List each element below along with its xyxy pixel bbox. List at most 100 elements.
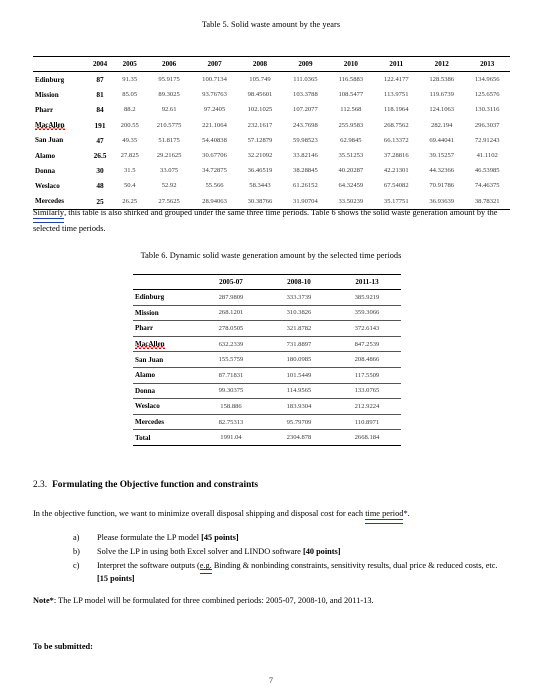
- table5-cell: 134.9656: [474, 76, 500, 84]
- table5-cell: 51.8175: [158, 136, 180, 144]
- paragraph-similarly-rest: , this table is also shirked and grouped…: [33, 208, 498, 234]
- table5-row-label: San Juan: [35, 136, 64, 145]
- document-page: Table 5. Solid waste amount by the years…: [0, 0, 542, 697]
- table5-cell: 102.1025: [247, 106, 273, 114]
- list-item-marker: c): [73, 560, 80, 570]
- table5-cell: 118.1964: [384, 106, 409, 114]
- table5-cell: 44.32366: [429, 167, 455, 175]
- table5-cell: 243.7698: [293, 121, 318, 129]
- table6-cell: 268.1201: [197, 305, 265, 322]
- table5-col-header-2007: 2007: [191, 56, 238, 72]
- table6-row-label: Total: [133, 429, 197, 446]
- table6-row-label: Alamo: [133, 367, 197, 384]
- table6-cell: 101.5449: [265, 367, 333, 384]
- table5-header-row: 2004 2005 2006 2007 2008 2009 2010 2011 2012 2013: [33, 56, 510, 72]
- table5-cell: 47: [96, 135, 104, 145]
- section-title: Formulating the Objective function and c…: [52, 480, 259, 490]
- table5-col-header-2010: 2010: [328, 56, 374, 72]
- table5-cell: 29.21625: [156, 152, 182, 160]
- note-label: Note*: [33, 596, 54, 605]
- table6-cell: 208.4866: [333, 351, 401, 368]
- table5-cell: 26.5: [93, 151, 107, 161]
- table5-cell: 37.28816: [383, 152, 409, 160]
- table5-cell: 191: [94, 120, 106, 130]
- table5-cell: 42.21301: [383, 167, 409, 175]
- table6-head: 2005-07 2008-10 2011-13: [133, 274, 401, 290]
- table5-cell: 30.67706: [202, 152, 227, 160]
- spellcheck-flag: MacAllen: [135, 340, 165, 350]
- table6-body: Edinburg 287.9809 333.3739 385.9219 Mission 2…: [133, 289, 401, 446]
- table5-cell: 49.35: [122, 136, 138, 144]
- table-row: MacAllen 632.2339 731.8897 847.2539: [133, 336, 401, 353]
- table5-cell: 87: [96, 75, 104, 85]
- table5-cell: 59.98523: [293, 136, 318, 144]
- table5-row-label: Donna: [35, 166, 56, 175]
- section-intro-after: *.: [403, 509, 410, 518]
- table6-col-header-2005-07: 2005-07: [197, 274, 265, 290]
- table5-cell: 81: [96, 90, 104, 100]
- table5-cell: 31.5: [123, 167, 136, 175]
- table5-cell: 39.15257: [429, 152, 455, 160]
- table6-cell: 155.5759: [197, 351, 265, 368]
- table6-cell: 287.9809: [197, 289, 265, 306]
- table6-row-label: Pharr: [133, 320, 197, 337]
- table-row: Donna 99.30375 114.9565 133.0765: [133, 383, 401, 400]
- table6-col-header-blank: [133, 274, 197, 290]
- table5-cell: 122.4177: [383, 76, 409, 84]
- table6-cell: 82.75313: [197, 414, 265, 431]
- table-row: Weslaco 48 50.4 52.92 55.566 58.3443 61.26152 6…: [33, 178, 510, 193]
- table5-cell: 92.61: [161, 106, 177, 114]
- table5-cell: 62.9845: [340, 136, 362, 144]
- table6-cell: 385.9219: [333, 289, 401, 306]
- table5-cell: 130.3116: [474, 106, 500, 114]
- table6-row-label: Edinburg: [133, 289, 197, 306]
- table5-cell: 100.7134: [202, 76, 227, 84]
- table5-cell: 296.3037: [474, 121, 500, 129]
- table5-cell: 54.40838: [202, 136, 227, 144]
- table5-cell: 95.9175: [158, 76, 180, 84]
- table5-col-header-2009: 2009: [282, 56, 329, 72]
- table5-cell: 27.825: [120, 152, 139, 160]
- table5-body: Edinburg 87 91.35 95.9175 100.7134 105.749 111…: [33, 72, 510, 210]
- task-list-container: a) Please formulate the LP model [45 poin…: [33, 531, 510, 586]
- list-item-marker: b): [73, 546, 80, 556]
- table5-cell: 232.1617: [247, 121, 273, 129]
- table-row: Pharr 84 88.2 92.61 97.2405 102.1025 107.2077 1…: [33, 102, 510, 117]
- table5-cell: 34.72875: [202, 167, 227, 175]
- table5-cell: 84: [96, 105, 104, 115]
- paragraph-similarly: Similarly, this table is also shirked an…: [33, 205, 510, 237]
- table6-cell: 2304.878: [265, 429, 333, 446]
- section-heading: 2.3. Formulating the Objective function a…: [33, 480, 510, 490]
- table5-cell: 105.749: [249, 76, 271, 84]
- table5-col-header-blank: [33, 56, 87, 72]
- table5-head: 2004 2005 2006 2007 2008 2009 2010 2011 2012 2013: [33, 56, 510, 72]
- table5: 2004 2005 2006 2007 2008 2009 2010 2011 2012 2013…: [33, 56, 510, 210]
- table6-cell: 359.3066: [333, 305, 401, 322]
- table5-cell: 85.05: [122, 91, 138, 99]
- grammar-flag-similarly: Similarly: [33, 205, 65, 223]
- table6-cell: 321.8782: [265, 320, 333, 337]
- list-item-text-before: Solve the LP in using both Excel solver …: [97, 546, 303, 556]
- table5-cell: 35.51253: [338, 152, 364, 160]
- section-intro-before: In the objective function, we want to mi…: [33, 509, 366, 518]
- table5-cell: 108.5477: [338, 91, 364, 99]
- section-intro: In the objective function, we want to mi…: [33, 506, 510, 524]
- table5-cell: 61.26152: [293, 182, 318, 190]
- table5-cell: 32.21092: [247, 152, 273, 160]
- table5-col-header-2005: 2005: [113, 56, 147, 72]
- list-item-text-before: Please formulate the LP model: [97, 533, 202, 542]
- table6-col-header-2008-10: 2008-10: [265, 274, 333, 290]
- table5-cell: 72.91243: [474, 136, 500, 144]
- table-row: Edinburg 87 91.35 95.9175 100.7134 105.749 111…: [33, 72, 510, 88]
- table-row: Pharr 278.0505 321.8782 372.6143: [133, 320, 401, 337]
- table5-cell: 33.075: [160, 167, 179, 175]
- table6-cell: 731.8897: [265, 336, 333, 353]
- list-item-marker: a): [73, 533, 80, 542]
- table5-col-header-2011: 2011: [373, 56, 420, 72]
- table6-row-label: Donna: [133, 383, 197, 400]
- table5-cell: 113.9751: [384, 91, 409, 99]
- table6-cell: 632.2339: [197, 336, 265, 353]
- table6-cell: 133.0765: [333, 383, 401, 400]
- table6-col-header-2011-13: 2011-13: [333, 274, 401, 290]
- table6-row-label: Weslaco: [133, 398, 197, 415]
